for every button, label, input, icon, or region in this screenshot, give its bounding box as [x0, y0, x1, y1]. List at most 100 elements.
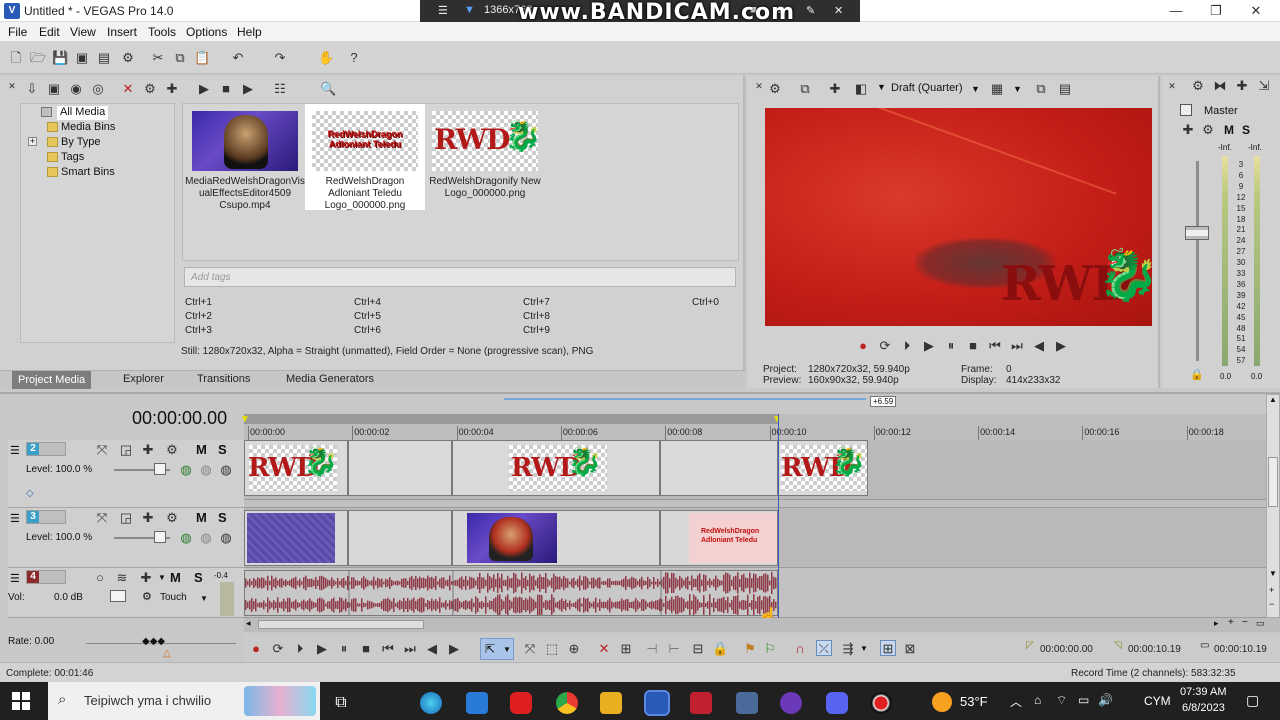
clip-rwd-logo-4[interactable]: [660, 440, 778, 496]
menu-edit[interactable]: Edit: [39, 25, 60, 39]
insert-marker-icon[interactable]: ⚑: [742, 641, 758, 657]
track-collapse-icon[interactable]: ☰: [10, 512, 20, 525]
new-icon[interactable]: 🗋: [8, 50, 24, 66]
scroll-down-icon[interactable]: ▼: [1269, 569, 1277, 578]
views-icon[interactable]: ☷: [272, 81, 288, 97]
track-child-icon[interactable]: ◍: [218, 462, 234, 478]
preview-quality-dropdown[interactable]: Draft (Quarter): [891, 82, 963, 94]
master-fader-handle[interactable]: [1185, 226, 1209, 240]
save-as-icon[interactable]: ▣: [74, 50, 90, 66]
overlays-icon[interactable]: ▦: [989, 81, 1005, 97]
pause-icon[interactable]: ⏸: [943, 338, 959, 354]
autopreview-icon[interactable]: ▶: [240, 81, 256, 97]
save-icon[interactable]: 💾: [52, 50, 68, 66]
master-checkbox[interactable]: [1180, 104, 1192, 116]
track-solo-button[interactable]: S: [218, 442, 227, 457]
dim-icon[interactable]: ⇲: [1256, 78, 1272, 94]
tree-item-tags[interactable]: Tags: [47, 151, 84, 165]
selection-tool-icon[interactable]: ⬚: [544, 641, 560, 657]
clip-video-3[interactable]: [452, 510, 660, 566]
track-collapse-icon[interactable]: ☰: [10, 444, 20, 457]
capture-icon[interactable]: ▣: [46, 81, 62, 97]
discord-icon[interactable]: [826, 692, 848, 714]
headset-app-icon[interactable]: [780, 692, 802, 714]
previous-frame-icon[interactable]: ◀: [1031, 338, 1047, 354]
previous-frame-icon[interactable]: ◀: [424, 641, 440, 657]
cursor-time[interactable]: 00:00:00.00: [1040, 644, 1093, 655]
loop-end-marker[interactable]: ▼: [772, 414, 782, 425]
scroll-right-icon[interactable]: ▸: [1214, 618, 1219, 629]
loop-region[interactable]: [244, 414, 778, 424]
play-from-start-icon[interactable]: ⏵: [899, 338, 915, 354]
redo-icon[interactable]: ↷: [272, 50, 288, 66]
track-motion-icon[interactable]: ⤧: [94, 442, 110, 458]
ripple-edit-icon[interactable]: ⇶: [840, 641, 856, 657]
copy-icon[interactable]: ⧉: [172, 50, 188, 66]
master-properties-icon[interactable]: ⚙: [1190, 78, 1206, 94]
bandicam-icon[interactable]: [870, 692, 892, 714]
master-gear-icon[interactable]: ⚙: [1200, 122, 1216, 138]
media-thumb-adloniant[interactable]: RedWelshDragon Adloniant Teledu: [312, 111, 418, 171]
scroll-left-icon[interactable]: ◂: [246, 618, 251, 629]
track-solo-button[interactable]: S: [218, 510, 227, 525]
go-to-end-icon[interactable]: ⏭: [1009, 338, 1025, 354]
scroll-thumb[interactable]: [258, 620, 424, 629]
scroll-thumb[interactable]: [1268, 457, 1278, 507]
hand-tool-icon[interactable]: ✋: [318, 50, 334, 66]
render-icon[interactable]: ▤: [96, 50, 112, 66]
clip-audio[interactable]: [244, 570, 778, 616]
clip-video-2[interactable]: [348, 510, 452, 566]
next-frame-icon[interactable]: ▶: [1053, 338, 1069, 354]
menu-options[interactable]: Options: [186, 25, 227, 39]
track-compositing-icon[interactable]: ◲: [118, 442, 134, 458]
tree-item-all-media[interactable]: All Media: [41, 106, 109, 120]
clip-rwd-logo-1[interactable]: RWD 🐉: [244, 440, 348, 496]
automation-mode[interactable]: Touch: [160, 592, 187, 603]
add-tags-input[interactable]: Add tags: [184, 267, 736, 287]
loop-start-marker[interactable]: ▼: [240, 414, 250, 425]
track-gear-icon[interactable]: ⚙: [164, 442, 180, 458]
zoom-tool-icon[interactable]: ⊕: [566, 641, 582, 657]
lock-envelopes-icon[interactable]: 🔒: [712, 641, 728, 657]
track-composite-icon[interactable]: ◍: [178, 530, 194, 546]
panel-close-icon[interactable]: ✕: [4, 78, 20, 94]
selection-end-time[interactable]: 00:00:10.19: [1128, 644, 1181, 655]
file-explorer-icon[interactable]: [600, 692, 622, 714]
track-parent-icon[interactable]: ◍: [198, 530, 214, 546]
master-fx-icon[interactable]: ✚: [1180, 122, 1196, 138]
clock-date[interactable]: 6/8/2023: [1182, 702, 1225, 714]
wifi-icon[interactable]: ⌔: [1056, 693, 1067, 708]
language-indicator[interactable]: CYM: [1144, 694, 1171, 708]
quality-dropdown-arrow[interactable]: ▼: [877, 82, 886, 92]
play-media-icon[interactable]: ▶: [196, 81, 212, 97]
arm-record-icon[interactable]: ○: [92, 570, 108, 586]
track-solo-button[interactable]: S: [194, 570, 203, 585]
split-icon[interactable]: ⊟: [690, 641, 706, 657]
track-parent-icon[interactable]: ◍: [198, 462, 214, 478]
weather-temp[interactable]: 53°F: [960, 694, 988, 709]
cut-icon[interactable]: ✂: [150, 50, 166, 66]
clip-rwd-logo-2[interactable]: [348, 440, 452, 496]
master-fx-icon[interactable]: ✚: [1234, 78, 1250, 94]
chevron-down-icon[interactable]: ▼: [200, 594, 208, 603]
recorder-pencil-icon[interactable]: ✎: [806, 4, 815, 17]
trim-icon[interactable]: ⊞: [618, 641, 634, 657]
go-to-start-icon[interactable]: ⏮: [987, 338, 1003, 354]
copy-snapshot-icon[interactable]: ⧉: [1033, 81, 1049, 97]
paste-icon[interactable]: 📋: [194, 50, 210, 66]
loop-icon[interactable]: ⟳: [877, 338, 893, 354]
stop-icon[interactable]: ■: [358, 641, 374, 657]
chrome-icon[interactable]: [556, 692, 578, 714]
recorder-close-icon[interactable]: ✕: [834, 4, 843, 17]
video-fx-icon[interactable]: ✚: [827, 81, 843, 97]
menu-insert[interactable]: Insert: [107, 25, 137, 39]
track-mute-button[interactable]: M: [170, 570, 181, 585]
chevron-down-icon[interactable]: ▼: [971, 84, 980, 94]
master-solo-button[interactable]: S: [1242, 123, 1250, 137]
stop-media-icon[interactable]: ■: [218, 81, 234, 97]
scroll-up-icon[interactable]: ▲: [1269, 395, 1277, 404]
time-ruler[interactable]: ▼ ▼ 00:00:00 00:00:02 00:00:04 00:00:06 00:0…: [240, 414, 1266, 440]
track-gear-icon[interactable]: ⚙: [164, 510, 180, 526]
zoom-out-vertical-icon[interactable]: −: [1269, 599, 1274, 609]
track-header-2[interactable]: ☰ 2 ⤧ ◲ ✚ ⚙ M S Level: 100.0 % ◍ ◍ ◍ ◇: [8, 440, 244, 508]
